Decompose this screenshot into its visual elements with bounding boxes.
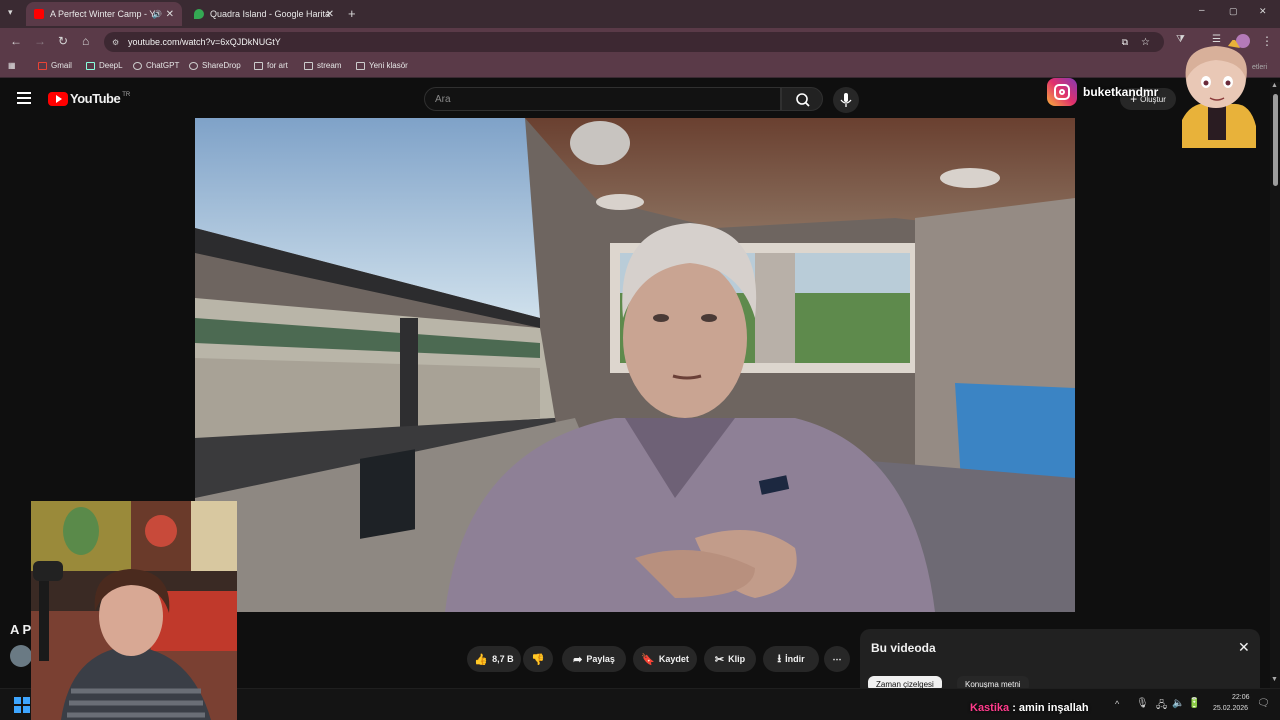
- bookmark-icon: 🔖: [641, 653, 655, 666]
- close-tab-icon[interactable]: ✕: [166, 9, 174, 20]
- video-frame: [195, 118, 1075, 612]
- scissors-icon: ✂: [714, 653, 725, 666]
- voice-search-button[interactable]: [833, 87, 859, 113]
- region-code: TR: [122, 91, 131, 98]
- bookmark-folder-stream[interactable]: stream: [304, 61, 341, 70]
- chat-text: : amin inşallah: [1012, 702, 1089, 714]
- share-button[interactable]: ➦ Paylaş: [562, 646, 626, 672]
- tab-maps[interactable]: Quadra Island - Google Harita ✕: [186, 2, 342, 26]
- tab-list-icon[interactable]: ▾: [8, 7, 13, 18]
- microphone-icon: [840, 93, 852, 107]
- video-title: A P: [10, 622, 32, 637]
- youtube-logo[interactable]: YouTube TR: [48, 91, 130, 106]
- sharedrop-icon: [189, 61, 198, 70]
- chatgpt-icon: [133, 61, 142, 70]
- bookmark-sharedrop[interactable]: ShareDrop: [189, 61, 241, 70]
- menu-dots-icon[interactable]: ⋮: [1261, 34, 1273, 48]
- in-this-video-panel: Bu videoda ✕ Zaman çizelgesi Konuşma met…: [860, 629, 1260, 692]
- thumbs-up-icon: 👍: [474, 653, 489, 666]
- clock-date[interactable]: 25.02.2026: [1213, 705, 1248, 712]
- download-button[interactable]: ⭳ İndir: [763, 646, 819, 672]
- tray-volume-icon[interactable]: 🔈: [1172, 698, 1184, 709]
- back-icon[interactable]: ←: [10, 34, 22, 48]
- forward-icon[interactable]: →: [34, 34, 46, 48]
- site-info-icon[interactable]: ⚙: [112, 38, 119, 47]
- folder-icon: [356, 61, 365, 70]
- scroll-up-icon[interactable]: ▲: [1271, 82, 1278, 89]
- youtube-wordmark: YouTube: [70, 91, 121, 106]
- tray-mic-icon[interactable]: 🎙: [1136, 698, 1149, 709]
- new-tab-button[interactable]: +: [348, 6, 356, 21]
- tab-bar: ▾ A Perfect Winter Camp - Yo 🔊 ✕ Quadra …: [0, 0, 1280, 28]
- tray-battery-icon[interactable]: 🔋: [1188, 698, 1200, 709]
- search-button[interactable]: [781, 87, 823, 111]
- tab-label: A Perfect Winter Camp - Yo: [50, 9, 160, 19]
- url-text: youtube.com/watch?v=6xQJDkNUGtY: [128, 37, 281, 47]
- windows-start-icon[interactable]: [14, 697, 30, 713]
- share-arrow-icon: ➦: [573, 653, 583, 666]
- tray-chevron-icon[interactable]: ^: [1115, 699, 1119, 709]
- folder-icon: [254, 61, 263, 70]
- bookmark-star-icon[interactable]: ☆: [1141, 37, 1150, 48]
- bookmark-folder-for-art[interactable]: for art: [254, 61, 288, 70]
- deepl-icon: [86, 61, 95, 70]
- scrollbar-thumb[interactable]: [1273, 94, 1278, 186]
- more-actions-button[interactable]: ⋯: [824, 646, 850, 672]
- clip-button[interactable]: ✂ Klip: [704, 646, 756, 672]
- page-scrollbar[interactable]: ▲ ▼: [1270, 82, 1280, 688]
- search-placeholder: Ara: [435, 93, 451, 105]
- close-window-icon[interactable]: ✕: [1259, 6, 1267, 17]
- folder-icon: [304, 61, 313, 70]
- save-button[interactable]: 🔖 Kaydet: [633, 646, 697, 672]
- address-bar: ← → ↻ ⌂ ⚙ youtube.com/watch?v=6xQJDkNUGt…: [0, 28, 1280, 56]
- apps-icon[interactable]: ▦: [8, 61, 16, 70]
- instagram-icon: [1047, 78, 1077, 106]
- tab-youtube[interactable]: A Perfect Winter Camp - Yo 🔊 ✕: [26, 2, 182, 26]
- thumbs-down-icon: 👎: [531, 653, 545, 666]
- hamburger-menu-icon[interactable]: [17, 92, 31, 104]
- chat-username: Kastika: [970, 702, 1010, 714]
- webcam-overlay: [31, 501, 237, 720]
- video-player[interactable]: subscribe: [195, 118, 1075, 612]
- bookmark-gmail[interactable]: Gmail: [38, 61, 72, 70]
- gmail-icon: [38, 61, 47, 70]
- search-icon: [796, 93, 810, 107]
- youtube-favicon-icon: [34, 9, 44, 19]
- download-icon: ⭳: [777, 652, 782, 665]
- maximize-icon[interactable]: ▢: [1229, 6, 1238, 17]
- close-tab-icon[interactable]: ✕: [326, 9, 334, 20]
- channel-avatar[interactable]: [10, 645, 32, 667]
- vtuber-avatar: [1182, 40, 1256, 148]
- tab-label: Quadra Island - Google Harita: [210, 9, 331, 19]
- dislike-button[interactable]: 👎: [523, 646, 553, 672]
- bookmarks-bar: ▦ Gmail DeepL ChatGPT ShareDrop for art …: [0, 56, 1280, 78]
- install-icon[interactable]: ⧉: [1122, 37, 1128, 48]
- bookmark-folder-yeni-klasor[interactable]: Yeni klasör: [356, 61, 408, 70]
- maps-favicon-icon: [194, 9, 204, 19]
- speaker-icon: 🔊: [152, 9, 162, 19]
- like-button[interactable]: 👍 8,7 B: [467, 646, 521, 672]
- panel-title: Bu videoda: [871, 641, 936, 655]
- webcam-feed: [31, 501, 237, 720]
- chat-message: Kastika : amin inşallah: [970, 702, 1089, 714]
- close-panel-icon[interactable]: ✕: [1238, 639, 1250, 656]
- youtube-play-icon: [48, 91, 68, 106]
- reload-icon[interactable]: ↻: [58, 34, 68, 48]
- search-input[interactable]: Ara: [424, 87, 781, 111]
- more-dots-icon: ⋯: [832, 653, 842, 664]
- like-count: 8,7 B: [492, 654, 514, 664]
- bookmark-deepl[interactable]: DeepL: [86, 61, 123, 70]
- minimize-icon[interactable]: –: [1199, 5, 1205, 16]
- url-field[interactable]: ⚙ youtube.com/watch?v=6xQJDkNUGtY ⧉ ☆: [104, 32, 1164, 52]
- notification-icon[interactable]: 🗨: [1257, 698, 1270, 709]
- bookmark-chatgpt[interactable]: ChatGPT: [133, 61, 179, 70]
- home-icon[interactable]: ⌂: [82, 34, 89, 48]
- scroll-down-icon[interactable]: ▼: [1271, 676, 1278, 683]
- instagram-handle: buketkandmr: [1083, 85, 1159, 99]
- tray-network-icon[interactable]: 🖧: [1156, 698, 1167, 715]
- clock-time[interactable]: 22:06: [1232, 694, 1250, 701]
